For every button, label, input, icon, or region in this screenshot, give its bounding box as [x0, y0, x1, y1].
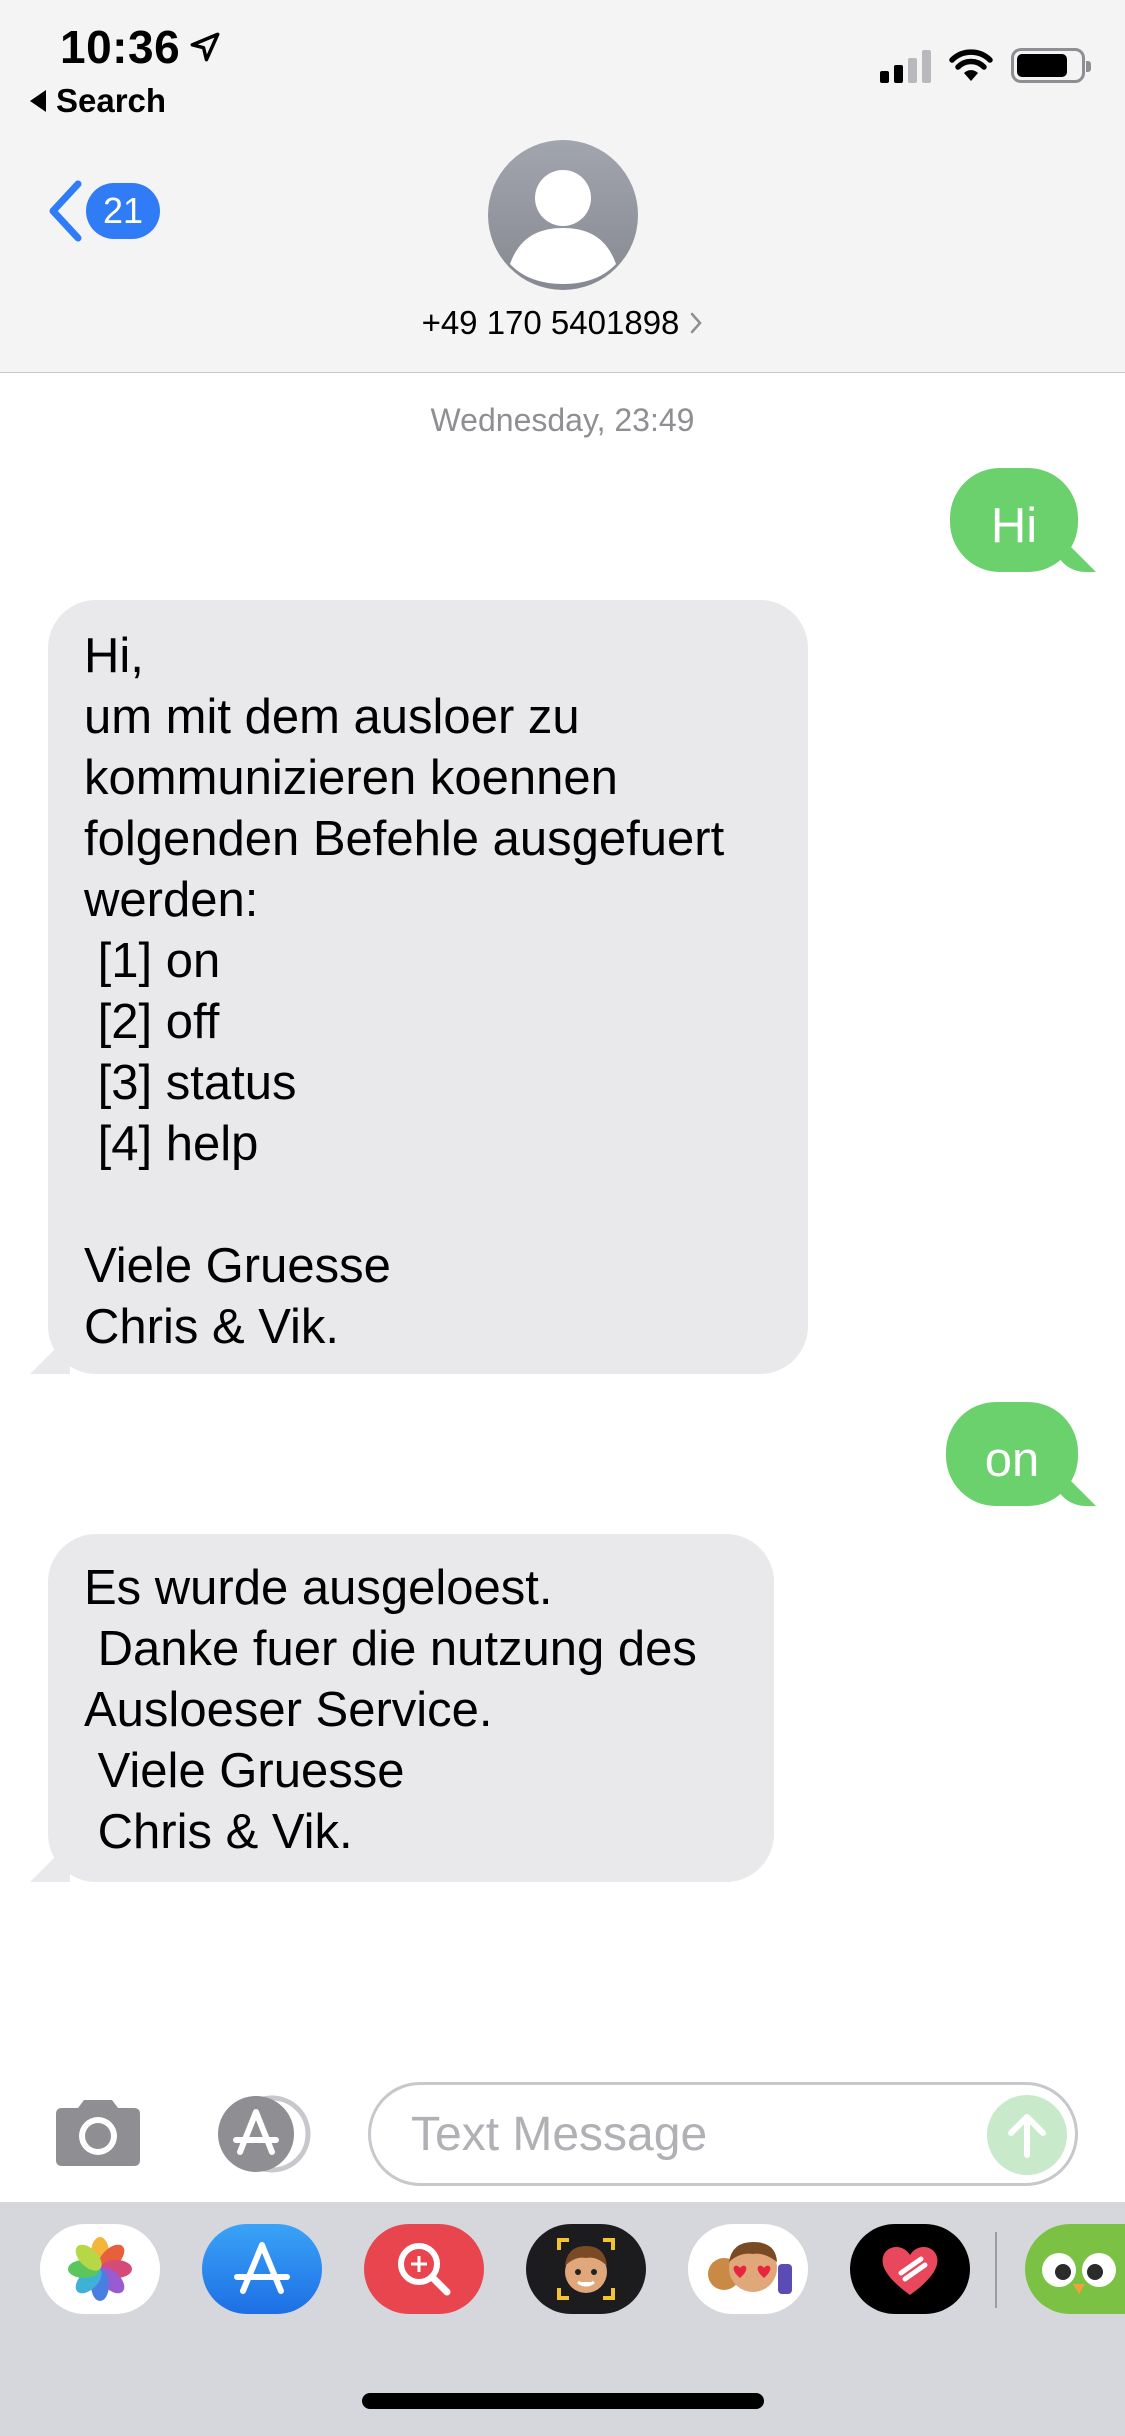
search-images-icon[interactable] [364, 2224, 484, 2314]
camera-icon[interactable] [50, 2096, 146, 2168]
incoming-message-bubble[interactable]: Es wurde ausgeloest. Danke fuer die nutz… [48, 1534, 774, 1882]
incoming-message-bubble[interactable]: Hi, um mit dem ausloer zu kommunizieren … [48, 600, 808, 1374]
outgoing-message-bubble[interactable]: Hi [950, 468, 1078, 572]
message-text-field[interactable] [368, 2082, 1078, 2186]
photos-app-icon[interactable] [40, 2224, 160, 2314]
home-indicator[interactable] [362, 2393, 764, 2409]
app-store-button-icon[interactable] [210, 2094, 320, 2174]
chevron-right-icon [691, 312, 703, 334]
back-to-search-link[interactable]: Search [30, 82, 166, 120]
battery-icon [1011, 48, 1091, 83]
duolingo-icon[interactable] [1025, 2224, 1125, 2314]
arrow-up-icon [1008, 2114, 1046, 2158]
person-silhouette-icon [510, 170, 616, 284]
app-store-icon[interactable] [202, 2224, 322, 2314]
composer-bar [0, 2066, 1125, 2202]
contact-name-button[interactable]: +49 170 5401898 [0, 304, 1125, 342]
status-indicators [880, 48, 1091, 83]
drawer-divider [995, 2232, 997, 2308]
cellular-signal-icon [880, 49, 931, 83]
back-to-conversations-button[interactable]: 21 [48, 180, 160, 242]
digital-touch-icon[interactable] [850, 2224, 970, 2314]
contact-number: +49 170 5401898 [421, 304, 680, 341]
wifi-icon [949, 49, 993, 81]
memoji-icon[interactable] [526, 2224, 646, 2314]
outgoing-message-bubble[interactable]: on [946, 1402, 1078, 1506]
send-button[interactable] [987, 2095, 1067, 2175]
chevron-left-icon [49, 180, 82, 242]
contact-avatar[interactable] [488, 140, 638, 290]
animoji-stickers-icon[interactable] [688, 2224, 808, 2314]
message-timestamp: Wednesday, 23:49 [430, 402, 695, 438]
conversation-header: 10:36 Search 21 +49 170 5401898 [0, 0, 1125, 373]
back-app-label: Search [56, 82, 167, 119]
status-time: 10:36 [60, 21, 181, 73]
message-input[interactable] [411, 2085, 991, 2183]
back-triangle-icon [30, 90, 46, 112]
location-arrow-icon [190, 32, 220, 62]
unread-count-badge: 21 [86, 183, 160, 239]
